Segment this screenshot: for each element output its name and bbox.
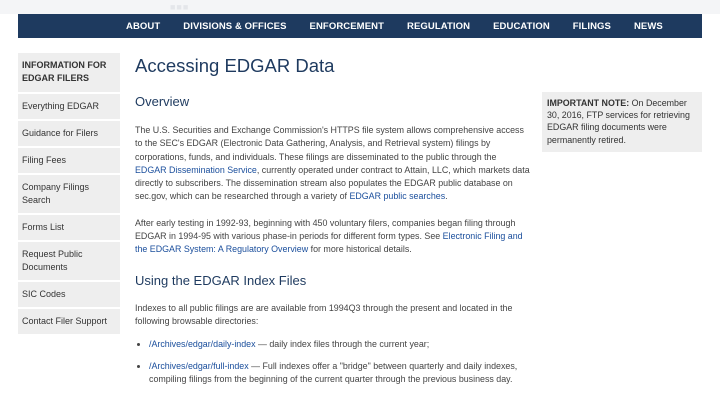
link-daily-index[interactable]: /Archives/edgar/daily-index xyxy=(149,339,256,349)
sidebar-item-company-filings-search[interactable]: Company Filings Search xyxy=(18,175,120,213)
link-edgar-public-searches[interactable]: EDGAR public searches xyxy=(349,191,445,201)
sidebar-item-forms-list[interactable]: Forms List xyxy=(18,215,120,240)
list-item: /Archives/edgar/daily-index — daily inde… xyxy=(149,338,530,351)
sidebar-item-request-public-documents[interactable]: Request Public Documents xyxy=(18,242,120,280)
page-title: Accessing EDGAR Data xyxy=(135,55,335,76)
para1-text-c: . xyxy=(445,191,448,202)
main-nav: ABOUT DIVISIONS & OFFICES ENFORCEMENT RE… xyxy=(18,14,702,38)
sidebar-item-filing-fees[interactable]: Filing Fees xyxy=(18,148,120,173)
nav-enforcement[interactable]: ENFORCEMENT xyxy=(310,21,384,32)
index-files-heading: Using the EDGAR Index Files xyxy=(135,272,307,288)
sidebar-item-everything-edgar[interactable]: Everything EDGAR xyxy=(18,94,120,119)
nav-education[interactable]: EDUCATION xyxy=(493,21,550,32)
sidebar-item-guidance-for-filers[interactable]: Guidance for Filers xyxy=(18,121,120,146)
overview-paragraph-2: After early testing in 1992-93, beginnin… xyxy=(135,217,530,257)
sidebar: INFORMATION FOR EDGAR FILERS Everything … xyxy=(18,53,120,336)
overview-paragraph-1: The U.S. Securities and Exchange Commiss… xyxy=(135,124,530,204)
nav-regulation[interactable]: REGULATION xyxy=(407,21,470,32)
index-directory-list: /Archives/edgar/daily-index — daily inde… xyxy=(135,338,530,386)
nav-about[interactable]: ABOUT xyxy=(126,21,160,32)
banner-watermark: ■■■ xyxy=(170,2,190,12)
nav-news[interactable]: NEWS xyxy=(634,21,663,32)
important-note-label: IMPORTANT NOTE: xyxy=(547,98,630,108)
sidebar-title: INFORMATION FOR EDGAR FILERS xyxy=(18,53,120,92)
important-note-box: IMPORTANT NOTE: On December 30, 2016, FT… xyxy=(542,92,702,152)
top-banner-strip: ■■■ xyxy=(0,0,720,14)
nav-filings[interactable]: FILINGS xyxy=(573,21,611,32)
para1-text-a: The U.S. Securities and Exchange Commiss… xyxy=(135,125,524,162)
main-content: Accessing EDGAR Data Overview The U.S. S… xyxy=(135,53,530,394)
overview-heading: Overview xyxy=(135,94,190,109)
nav-divisions-offices[interactable]: DIVISIONS & OFFICES xyxy=(183,21,286,32)
index-paragraph: Indexes to all public filings are are av… xyxy=(135,302,513,326)
link-edgar-dissemination-service[interactable]: EDGAR Dissemination Service xyxy=(135,165,257,175)
sidebar-item-sic-codes[interactable]: SIC Codes xyxy=(18,282,120,307)
link-full-index[interactable]: /Archives/edgar/full-index xyxy=(149,361,249,371)
para2-text-b: for more historical details. xyxy=(308,244,412,255)
list-item: /Archives/edgar/full-index — Full indexe… xyxy=(149,360,530,387)
daily-index-description: — daily index files through the current … xyxy=(255,339,430,350)
sidebar-item-contact-filer-support[interactable]: Contact Filer Support xyxy=(18,309,120,334)
